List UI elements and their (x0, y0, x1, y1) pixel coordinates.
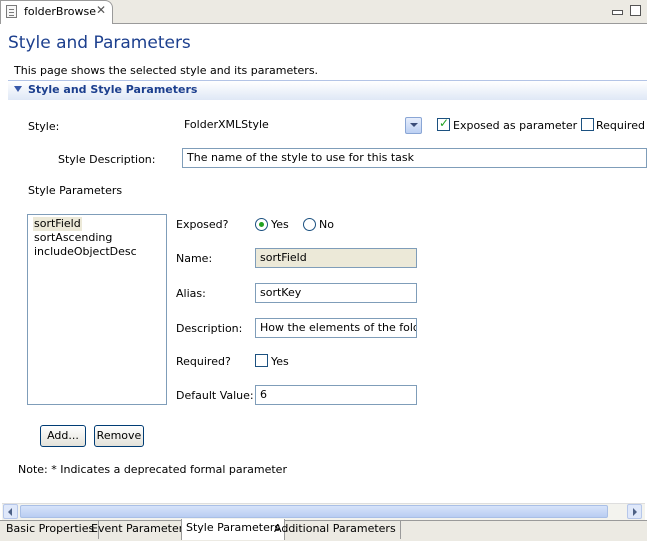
required-param-label: Required? (176, 355, 231, 368)
scroll-left-icon[interactable] (3, 504, 18, 519)
deprecated-note: Note: * Indicates a deprecated formal pa… (18, 463, 287, 476)
tab-event-parameters[interactable]: Event Parameters (87, 520, 194, 539)
page-description: This page shows the selected style and i… (14, 64, 319, 77)
list-item[interactable]: sortField (33, 217, 82, 231)
exposed-yes-label: Yes (271, 218, 289, 231)
default-value-label: Default Value: (176, 389, 254, 402)
exposed-no-radio[interactable] (303, 218, 316, 231)
add-button[interactable]: Add... (40, 425, 86, 447)
exposed-as-parameter-checkbox[interactable] (437, 116, 450, 131)
required-checkbox[interactable] (581, 118, 594, 131)
style-description-label: Style Description: (58, 153, 156, 166)
maximize-icon[interactable] (630, 5, 641, 16)
name-label: Name: (176, 252, 213, 265)
page-title: Style and Parameters (8, 33, 191, 53)
name-field[interactable]: sortField (255, 248, 417, 268)
required-param-checkbox[interactable] (255, 354, 268, 367)
chevron-down-icon[interactable] (14, 86, 22, 92)
style-parameters-label: Style Parameters (28, 184, 123, 197)
minimize-icon[interactable] (612, 10, 623, 15)
alias-field[interactable]: sortKey (255, 283, 417, 303)
tab-basic-properties[interactable]: Basic Properties (2, 520, 100, 539)
exposed-yes-radio[interactable] (255, 218, 268, 231)
scrollbar-thumb[interactable] (20, 505, 608, 518)
exposed-as-parameter-label: Exposed as parameter (453, 119, 578, 132)
close-icon[interactable]: ✕ (94, 3, 108, 17)
file-icon (6, 5, 17, 18)
exposed-label: Exposed? (176, 218, 229, 231)
style-dropdown-button[interactable] (405, 117, 422, 134)
tab-additional-parameters[interactable]: Additional Parameters (270, 520, 401, 539)
required-param-yes-label: Yes (271, 355, 289, 368)
style-parameters-list[interactable]: sortField sortAscending includeObjectDes… (27, 214, 167, 405)
style-value[interactable]: FolderXMLStyle (184, 118, 269, 131)
style-label: Style: (28, 120, 60, 133)
scroll-right-icon[interactable] (627, 504, 642, 519)
description-field[interactable]: How the elements of the folder (255, 318, 417, 338)
style-description-field[interactable]: The name of the style to use for this ta… (182, 148, 647, 168)
alias-label: Alias: (176, 287, 206, 300)
list-item[interactable]: sortAscending (33, 231, 113, 245)
description-label: Description: (176, 322, 243, 335)
list-item[interactable]: includeObjectDesc (33, 245, 138, 259)
default-value-field[interactable]: 6 (255, 385, 417, 405)
editor-tab-title: folderBrowse (24, 5, 96, 18)
required-label: Required (596, 119, 645, 132)
exposed-no-label: No (319, 218, 334, 231)
section-title[interactable]: Style and Style Parameters (28, 83, 197, 96)
remove-button[interactable]: Remove (94, 425, 144, 447)
